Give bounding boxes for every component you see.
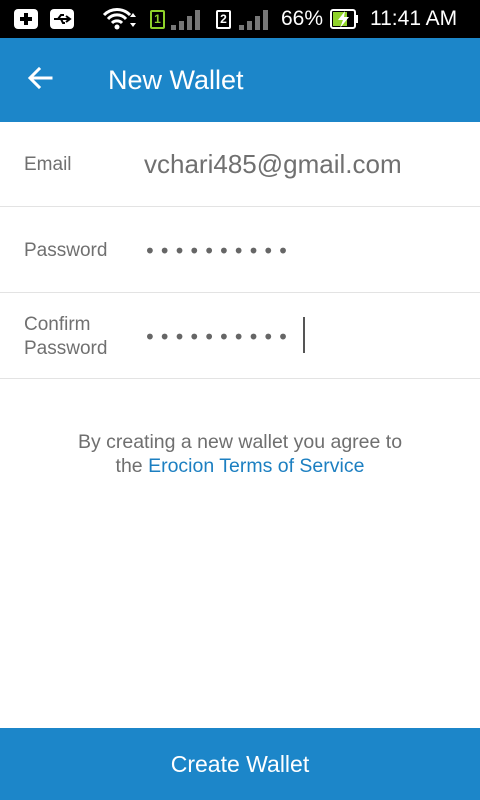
confirm-password-field[interactable]: [136, 294, 456, 379]
app-bar: New Wallet: [0, 38, 480, 122]
clock: 11:41 AM: [370, 7, 458, 30]
password-field[interactable]: [136, 208, 456, 293]
sim2-icon: 2: [216, 0, 231, 38]
email-label: Email: [24, 154, 72, 175]
back-button[interactable]: [18, 58, 62, 102]
sim1-label: 1: [150, 9, 165, 29]
battery-percentage: 66%: [281, 7, 324, 30]
terms-notice: By creating a new wallet you agree to th…: [0, 430, 480, 478]
confirm-password-label: Confirm Password: [24, 313, 107, 361]
email-row: Email: [0, 122, 480, 207]
arrow-left-icon: [27, 66, 53, 95]
confirm-password-label-line1: Confirm: [24, 314, 91, 335]
plus-notification-icon: [13, 0, 39, 38]
terms-line2: the Erocion Terms of Service: [0, 454, 480, 478]
usb-icon: [49, 0, 75, 38]
password-row: Password: [0, 208, 480, 293]
signal-icon: [238, 0, 274, 38]
status-bar: 1 2 66% 11:41 AM: [0, 0, 480, 38]
signal-icon: [170, 0, 206, 38]
email-field[interactable]: [136, 122, 456, 207]
terms-line1: By creating a new wallet you agree to: [77, 431, 403, 453]
confirm-password-label-line2: Password: [24, 338, 108, 359]
password-label: Password: [24, 240, 108, 261]
terms-prefix: the: [115, 455, 149, 477]
wifi-icon: [102, 0, 138, 38]
create-wallet-button[interactable]: Create Wallet: [0, 728, 480, 800]
confirm-password-row: Confirm Password: [0, 294, 480, 379]
terms-of-service-link[interactable]: Erocion Terms of Service: [148, 455, 364, 477]
sim1-icon: 1: [150, 0, 165, 38]
battery-charging-icon: [330, 0, 360, 38]
sim2-label: 2: [216, 9, 231, 29]
text-cursor: [303, 317, 305, 353]
page-title: New Wallet: [108, 64, 244, 95]
